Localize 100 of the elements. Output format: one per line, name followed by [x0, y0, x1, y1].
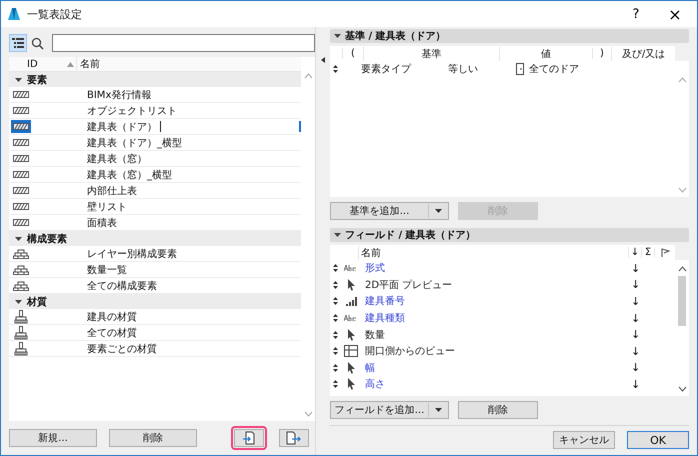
pointer-icon: [346, 362, 356, 374]
list-item[interactable]: 建具表（窓）_横型: [9, 167, 301, 183]
delete-button[interactable]: 削除: [458, 401, 538, 419]
hatch-icon: [13, 139, 29, 146]
list-view-button[interactable]: [9, 34, 27, 52]
hatch-icon: [13, 155, 29, 162]
search-field[interactable]: [52, 34, 315, 52]
item-name: 全ての材質: [87, 326, 137, 340]
sort-cell-text: ↓: [631, 312, 642, 325]
text-type-icon: [344, 315, 358, 322]
add-field-button[interactable]: フィールドを追加...: [330, 401, 449, 419]
section-header[interactable]: フィールド / 建具表（ドア）: [330, 228, 689, 242]
group-label: 材質: [27, 296, 47, 308]
delete-button[interactable]: 削除: [109, 429, 197, 447]
section-title: フィールド / 建具表（ドア）: [345, 228, 476, 242]
item-name: オブジェクトリスト: [87, 104, 177, 118]
pointer-icon: [346, 278, 356, 291]
sort-cell-text: ↓: [631, 278, 642, 292]
list-item[interactable]: BIMx発行情報: [9, 87, 301, 103]
brush-icon: [14, 342, 28, 356]
list-item[interactable]: 建具表（ドア）_横型: [9, 135, 301, 151]
group-header[interactable]: 要素: [9, 72, 301, 87]
scrollbar-thumb[interactable]: [678, 276, 686, 326]
add-criterion-button[interactable]: 基準を追加...: [330, 202, 449, 220]
drag-handle-icon[interactable]: [333, 297, 338, 306]
field-name: 建具番号: [364, 294, 406, 308]
group-label: 要素: [27, 74, 47, 86]
sort-ascending-icon: [67, 62, 74, 66]
list-item[interactable]: 全ての材質: [9, 325, 301, 341]
section-header[interactable]: 基準 / 建具表（ドア）: [330, 29, 689, 43]
group-header[interactable]: 材質: [9, 294, 301, 309]
brush-icon: [14, 326, 28, 340]
window-frame-icon: [344, 345, 358, 358]
column-header[interactable]: ID: [9, 58, 67, 70]
hatch-icon: [13, 123, 29, 130]
export-icon: [286, 431, 302, 445]
group-header[interactable]: 構成要素: [9, 231, 301, 246]
field-name: 建具種類: [364, 312, 406, 326]
selection-marker: [299, 121, 301, 132]
drag-handle-icon[interactable]: [333, 264, 338, 272]
drag-handle-icon[interactable]: [333, 314, 338, 322]
import-icon: [242, 431, 256, 445]
item-name: 建具表（ドア）: [87, 120, 157, 134]
help-button[interactable]: ?: [619, 1, 653, 27]
scroll-up-icon[interactable]: [678, 266, 686, 272]
scroll-down-icon[interactable]: [678, 386, 686, 392]
layers-icon: [13, 248, 29, 258]
item-name: 壁リスト: [87, 200, 127, 214]
column-header: ↓: [628, 247, 641, 258]
sort-cell-text: ↓: [631, 262, 642, 275]
cancel-button[interactable]: キャンセル: [553, 431, 615, 449]
flag-icon: [660, 248, 670, 257]
list-item[interactable]: 建具表（窓）: [9, 151, 301, 167]
list-item[interactable]: 要素ごとの材質: [9, 341, 301, 357]
dropdown-caret-icon[interactable]: [435, 408, 442, 412]
list-item[interactable]: レイヤー別構成要素: [9, 246, 301, 262]
list-item[interactable]: 数量一覧: [9, 262, 301, 278]
group-label: 構成要素: [27, 232, 67, 246]
item-name: 建具表（窓）_横型: [87, 168, 172, 182]
drag-handle-icon[interactable]: [333, 364, 338, 372]
drag-handle-icon[interactable]: [333, 347, 338, 356]
sort-cell-text: ↓: [631, 328, 642, 342]
column-header: (: [342, 48, 363, 59]
field-name: 開口側からのビュー: [364, 345, 456, 358]
hatch-icon: [13, 187, 29, 194]
door-icon: [516, 63, 524, 75]
list-item[interactable]: 建具の材質: [9, 309, 301, 325]
ok-button[interactable]: OK: [627, 431, 689, 449]
new-button[interactable]: 新規...: [9, 429, 97, 447]
field-name: 幅: [364, 362, 376, 375]
sort-cell-text: ↓: [631, 344, 642, 358]
drag-handle-icon[interactable]: [333, 380, 338, 388]
list-item[interactable]: オブジェクトリスト: [9, 103, 301, 119]
drag-handle-icon[interactable]: [333, 330, 338, 339]
column-header[interactable]: 名前: [76, 57, 100, 71]
hatch-icon: [13, 203, 29, 210]
list-item[interactable]: 建具表（ドア）: [9, 119, 301, 135]
list-item[interactable]: 壁リスト: [9, 199, 301, 215]
collapse-arrow-icon[interactable]: [321, 57, 325, 63]
export-button[interactable]: [279, 429, 309, 447]
item-name: 建具表（窓）: [87, 152, 147, 166]
operator-cell-text: 等しい: [448, 63, 479, 76]
section-title: 基準 / 建具表（ドア）: [345, 30, 446, 43]
close-button[interactable]: ×: [653, 1, 697, 27]
pointer-icon: [346, 328, 356, 341]
search-icon: [31, 36, 44, 50]
list-item[interactable]: 内部仕上表: [9, 183, 301, 199]
criterion-cell-text: 要素タイプ: [361, 62, 412, 76]
field-name: 高さ: [364, 378, 386, 392]
drag-handle-icon[interactable]: [333, 65, 338, 73]
item-name: 全ての構成要素: [87, 280, 157, 292]
item-name: 面積表: [87, 216, 117, 230]
item-name: 建具表（ドア）_横型: [87, 136, 182, 150]
item-name: BIMx発行情報: [87, 88, 152, 102]
column-header: Σ: [641, 247, 654, 258]
dropdown-caret-icon[interactable]: [435, 209, 442, 213]
drag-handle-icon[interactable]: [333, 280, 338, 289]
expand-arrow-icon: [334, 232, 341, 238]
item-name: 建具の材質: [87, 310, 137, 324]
hatch-icon: [13, 91, 29, 98]
